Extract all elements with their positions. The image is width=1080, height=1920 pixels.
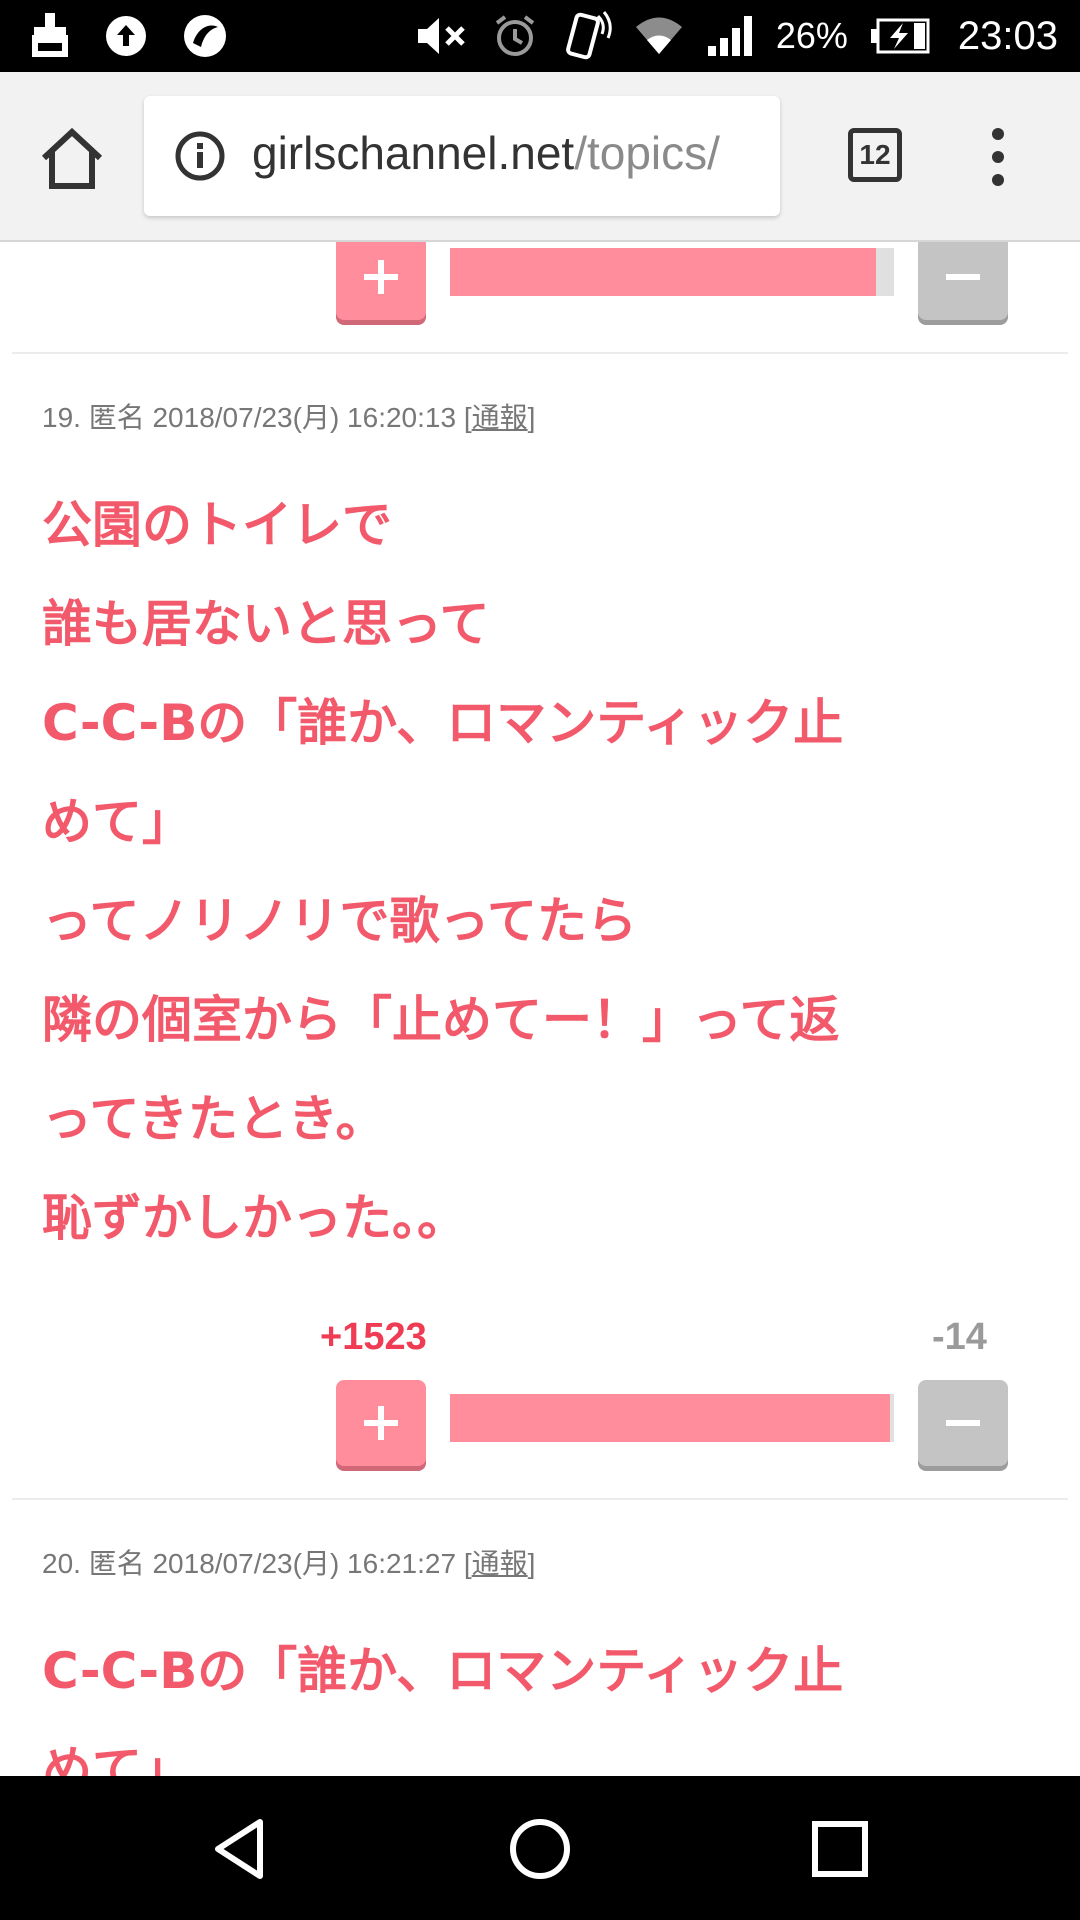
tabs-icon[interactable]: 12	[848, 128, 902, 182]
home-circle-icon[interactable]	[505, 1814, 575, 1884]
home-icon[interactable]	[36, 122, 108, 194]
plus-icon	[364, 260, 398, 294]
minus-icon	[946, 1420, 980, 1426]
page-content: 19. 匿名 2018/07/23(月) 16:20:13 [通報] 公園のトイ…	[0, 242, 1080, 1776]
comment-line: ってきたとき。	[42, 1090, 386, 1148]
vote-row	[336, 1380, 1008, 1470]
vote-ratio-fill	[450, 1394, 890, 1442]
upload-icon	[106, 16, 146, 56]
url-text[interactable]: girlschannel.net/topics/	[252, 126, 762, 180]
back-icon[interactable]	[206, 1814, 276, 1884]
plus-vote-button[interactable]	[336, 242, 426, 320]
recents-icon[interactable]	[805, 1814, 875, 1884]
vote-ratio-bar	[450, 248, 894, 296]
comment-body: 公園のトイレで 誰も居ないと思って C-C-Bの「誰か、ロマンティック止 めて」…	[42, 476, 1022, 1268]
signal-icon	[707, 16, 752, 56]
clock: 23:03	[957, 13, 1058, 58]
vote-row	[336, 242, 1008, 324]
comment-line: ってノリノリで歌ってたら	[42, 892, 637, 950]
plus-vote-count: +1523	[320, 1316, 427, 1358]
url-path: /topics/	[574, 127, 720, 179]
battery-percent: 26%	[775, 15, 848, 56]
comment-line: C-C-Bの「誰か、ロマンティック止	[42, 694, 844, 752]
comment-divider	[12, 352, 1068, 354]
url-bar[interactable]: girlschannel.net/topics/	[144, 96, 780, 216]
report-link[interactable]: 通報	[472, 1548, 528, 1579]
browser-toolbar: girlschannel.net/topics/ 12	[0, 72, 1080, 242]
report-link[interactable]: 通報	[472, 402, 528, 433]
vote-ratio-bar	[450, 1394, 894, 1442]
mute-icon	[417, 18, 465, 54]
vibrate-icon	[565, 11, 612, 60]
plus-icon	[364, 1406, 398, 1440]
comment-line: めて」	[42, 1741, 192, 1776]
alarm-icon	[495, 15, 535, 56]
comment-line: 誰も居ないと思って	[42, 595, 490, 653]
comment-line: C-C-Bの「誰か、ロマンティック止	[42, 1642, 844, 1700]
comment-line: 隣の個室から「止めてー！」って返	[42, 991, 840, 1049]
comment-line: めて」	[42, 793, 192, 851]
wifi-icon	[635, 17, 682, 54]
url-domain: girlschannel.net	[252, 127, 575, 179]
minus-vote-button[interactable]	[918, 1380, 1008, 1466]
plus-vote-button[interactable]	[336, 1380, 426, 1466]
overflow-menu-icon[interactable]	[978, 124, 1018, 190]
comment-body: C-C-Bの「誰か、ロマンティック止 めて」	[42, 1622, 1022, 1776]
app-notification-icon	[184, 15, 226, 57]
battery-charging-icon	[870, 18, 930, 54]
minus-icon	[946, 274, 980, 280]
minus-vote-count: -14	[932, 1316, 987, 1358]
comment-line: 公園のトイレで	[42, 496, 392, 554]
vote-ratio-fill	[450, 248, 877, 296]
comment-divider	[12, 1498, 1068, 1500]
status-bar: 26% 23:03	[0, 0, 1080, 72]
navigation-bar	[0, 1776, 1080, 1920]
comment-meta: 20. 匿名 2018/07/23(月) 16:21:27 [通報]	[42, 1548, 536, 1579]
comment-line: 恥ずかしかった。。	[42, 1189, 467, 1247]
minus-vote-button[interactable]	[918, 242, 1008, 320]
cleaner-app-icon	[32, 13, 68, 57]
info-icon[interactable]	[174, 130, 226, 182]
comment-meta: 19. 匿名 2018/07/23(月) 16:20:13 [通報]	[42, 402, 536, 433]
